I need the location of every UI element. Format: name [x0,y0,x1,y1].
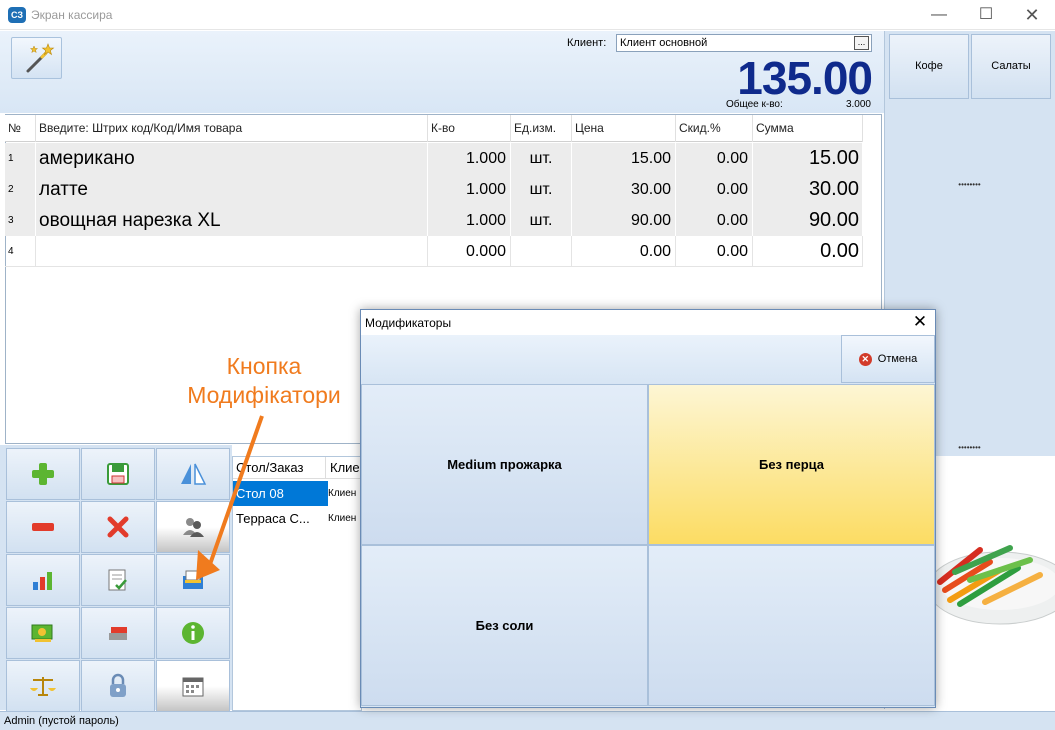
calendar-icon [182,677,204,697]
order-client: Клиен [328,481,361,506]
item-sum: 90.00 [753,205,863,236]
item-unit: шт. [511,205,572,236]
table-row[interactable]: 1 американо 1.000 шт. 15.00 0.00 15.00 [5,143,863,174]
checklist-icon [108,569,127,591]
modifier-empty-slot [648,545,935,706]
item-qty: 1.000 [428,143,511,174]
annotation-line: Модифікатори [187,382,341,408]
cancel-button[interactable]: ✕ Отмена [841,335,935,383]
bar-chart-icon [33,572,52,590]
item-sum: 0.00 [753,236,863,267]
orders-header-client: Клие [326,457,362,479]
category-button-salads[interactable]: Салаты [971,34,1051,99]
money-icon [31,624,53,642]
table-row[interactable]: 3 овощная нарезка XL 1.000 шт. 90.00 0.0… [5,205,863,236]
minus-icon [32,523,54,531]
product-image [927,520,1055,630]
calendar-button[interactable] [156,660,230,712]
item-price: 30.00 [572,174,676,205]
magic-wand-button[interactable] [11,37,62,79]
annotation-arrow-icon [196,415,264,580]
item-name[interactable] [36,236,428,267]
grid-header: № Введите: Штрих код/Код/Имя товара К-во… [5,115,863,142]
grid-header-cell: Введите: Штрих код/Код/Имя товара [36,115,428,142]
item-qty: 1.000 [428,174,511,205]
item-unit: шт. [511,143,572,174]
total-qty-value: 3.000 [845,99,871,110]
item-unit [511,236,572,267]
client-select-button[interactable]: ... [854,36,869,50]
delete-button[interactable] [81,501,155,553]
title-bar [0,0,1055,30]
modifier-no-pepper-button[interactable]: Без перца [648,384,935,545]
modifier-medium-button[interactable]: Medium прожарка [361,384,648,545]
grid-header-cell: Скид.% [676,115,753,142]
grid-header-cell: Цена [572,115,676,142]
plus-icon [32,463,54,485]
lock-icon [110,673,126,697]
row-number: 3 [5,205,36,236]
row-number: 1 [5,143,36,174]
grid-header-cell: К-во [428,115,511,142]
category-button-coffee[interactable]: Кофе [889,34,969,99]
client-field[interactable]: Клиент основной [616,34,872,52]
save-button[interactable] [81,448,155,500]
info-icon [182,622,204,644]
card-cancel-icon [109,627,127,640]
panel-splitter[interactable]: •••••••• [884,181,1055,189]
total-amount: 135.00 [737,52,873,104]
reports-button[interactable] [6,554,80,606]
maximize-icon[interactable]: ☐ [963,0,1009,30]
scales-button[interactable] [6,660,80,712]
floppy-disk-icon [107,463,129,485]
add-item-button[interactable] [6,448,80,500]
dialog-title: Модификаторы [365,316,452,330]
app-logo-icon: СЗ [8,7,26,23]
table-row[interactable]: 4 0.000 0.00 0.00 0.00 [5,236,863,267]
item-price: 15.00 [572,143,676,174]
dialog-close-icon[interactable]: ✕ [908,311,932,333]
item-sum: 30.00 [753,174,863,205]
scales-icon [30,677,56,696]
status-bar: Admin (пустой пароль) [0,711,1055,730]
checklist-button[interactable] [81,554,155,606]
item-discount: 0.00 [676,143,753,174]
info-button[interactable] [156,607,230,659]
cancel-payment-button[interactable] [81,607,155,659]
item-discount: 0.00 [676,205,753,236]
item-unit: шт. [511,174,572,205]
window-title: Экран кассира [31,8,113,22]
grid-header-cell: Ед.изм. [511,115,572,142]
cancel-label: Отмена [877,353,918,365]
item-name: овощная нарезка XL [36,205,428,236]
item-sum: 15.00 [753,143,863,174]
item-price: 90.00 [572,205,676,236]
annotation-callout: Кнопка Модифікатори [178,352,350,410]
item-name: американо [36,143,428,174]
delete-icon [107,516,129,538]
item-price: 0.00 [572,236,676,267]
row-number: 4 [5,236,36,267]
client-label: Клиент: [567,37,607,49]
row-number: 2 [5,174,36,205]
total-qty-label: Общее к-во: [726,99,783,110]
lock-button[interactable] [81,660,155,712]
annotation-line: Кнопка [226,353,302,379]
item-qty: 0.000 [428,236,511,267]
cancel-icon: ✕ [858,352,872,366]
item-discount: 0.00 [676,174,753,205]
magic-wand-icon [26,43,55,73]
minimize-icon[interactable]: — [916,0,962,30]
order-client: Клиен [328,513,357,524]
payment-button[interactable] [6,607,80,659]
remove-item-button[interactable] [6,501,80,553]
modifier-no-salt-button[interactable]: Без соли [361,545,648,706]
item-discount: 0.00 [676,236,753,267]
item-name: латте [36,174,428,205]
grid-header-cell: Сумма [753,115,863,142]
close-icon[interactable]: ✕ [1009,0,1055,30]
item-qty: 1.000 [428,205,511,236]
grid-header-cell: № [5,115,36,142]
table-row[interactable]: 2 латте 1.000 шт. 30.00 0.00 30.00 [5,174,863,205]
